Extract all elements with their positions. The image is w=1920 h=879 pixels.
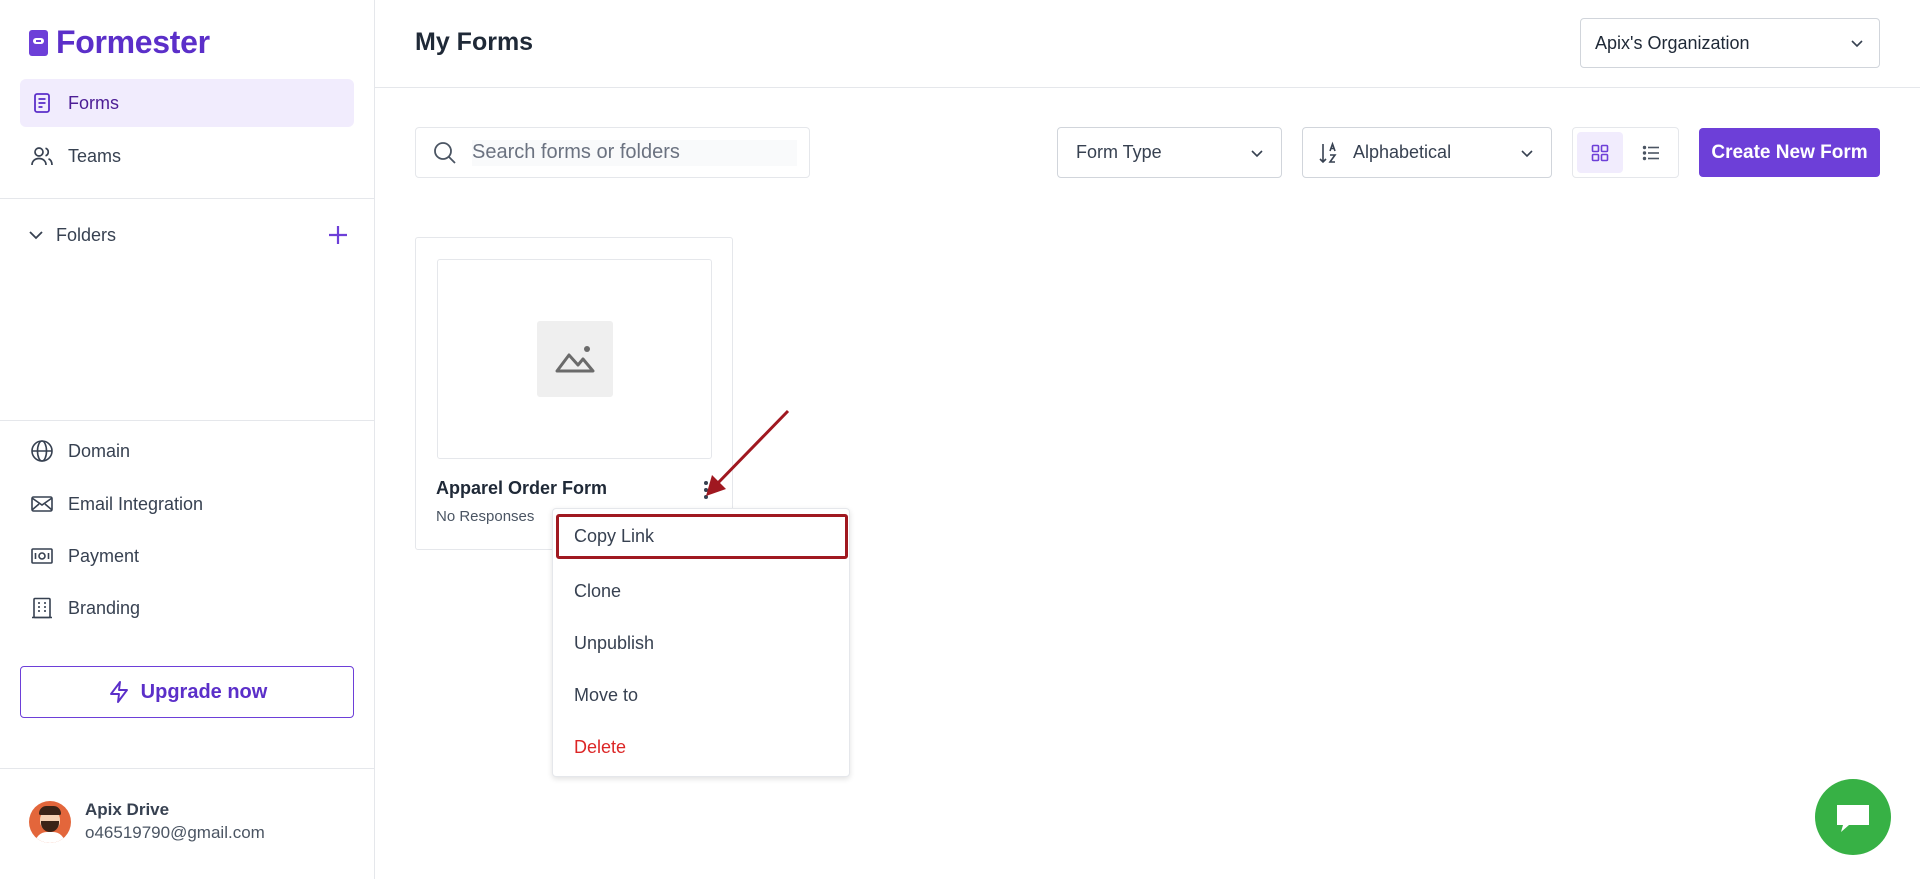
view-toggle xyxy=(1572,127,1679,178)
annotation-arrow-icon xyxy=(706,409,790,496)
menu-item-delete[interactable]: Delete xyxy=(553,721,849,773)
form-type-dropdown[interactable]: Form Type xyxy=(1057,127,1282,178)
sidebar-item-forms[interactable]: Forms xyxy=(20,79,354,127)
context-menu: Copy Link Clone Unpublish Move to Delete xyxy=(552,508,850,777)
form-type-value: Form Type xyxy=(1076,142,1162,162)
menu-item-unpublish[interactable]: Unpublish xyxy=(553,617,849,669)
user-name: Apix Drive xyxy=(85,800,170,819)
search-box[interactable] xyxy=(415,127,810,178)
sort-az-icon xyxy=(1319,141,1337,163)
folders-label: Folders xyxy=(56,224,117,245)
form-card[interactable]: Apparel Order Form No Responses xyxy=(415,237,733,550)
form-thumbnail[interactable] xyxy=(437,259,712,459)
sidebar-item-domain[interactable]: Domain xyxy=(20,427,354,475)
sidebar-divider xyxy=(0,768,375,769)
folders-section[interactable]: Folders xyxy=(26,220,351,250)
upgrade-label: Upgrade now xyxy=(140,680,268,703)
organization-select[interactable]: Apix's Organization xyxy=(1580,18,1880,68)
user-profile[interactable]: Apix Drive o46519790@gmail.com xyxy=(29,800,265,843)
menu-item-copy-link[interactable]: Copy Link xyxy=(556,514,848,559)
grid-icon xyxy=(1591,144,1609,161)
search-input[interactable] xyxy=(472,139,797,166)
mail-icon xyxy=(30,492,54,516)
sidebar-item-label: Teams xyxy=(68,145,122,166)
top-bar: My Forms Apix's Organization xyxy=(375,0,1920,88)
sidebar-item-branding[interactable]: Branding xyxy=(20,584,354,632)
organization-select-value: Apix's Organization xyxy=(1595,32,1750,53)
branding-icon xyxy=(30,596,54,620)
globe-icon xyxy=(30,439,54,463)
payment-icon xyxy=(30,544,54,568)
sidebar-item-teams[interactable]: Teams xyxy=(20,132,354,180)
sidebar: Formester Forms Teams Folders Domain Ema… xyxy=(0,0,375,879)
app-root: Formester Forms Teams Folders Domain Ema… xyxy=(0,0,1920,879)
user-email: o46519790@gmail.com xyxy=(85,823,265,842)
sidebar-item-label: Forms xyxy=(68,92,119,113)
chevron-down-icon xyxy=(1251,150,1263,158)
sidebar-item-label: Domain xyxy=(68,440,131,461)
sidebar-item-payment[interactable]: Payment xyxy=(20,532,354,580)
brand-name: Formester xyxy=(56,24,210,60)
sidebar-item-email-integration[interactable]: Email Integration xyxy=(20,480,354,528)
chevron-down-icon xyxy=(1521,150,1533,158)
page-title: My Forms xyxy=(415,28,534,56)
create-new-form-button[interactable]: Create New Form xyxy=(1699,128,1880,177)
upgrade-button[interactable]: Upgrade now xyxy=(20,666,354,718)
sort-value: Alphabetical xyxy=(1353,142,1452,162)
sort-dropdown[interactable]: Alphabetical xyxy=(1302,127,1552,178)
sidebar-divider xyxy=(0,198,375,199)
sidebar-item-label: Branding xyxy=(68,597,141,618)
sidebar-divider xyxy=(0,420,375,421)
add-folder-icon[interactable] xyxy=(325,222,351,248)
users-icon xyxy=(30,144,54,168)
menu-item-move-to[interactable]: Move to xyxy=(553,669,849,721)
list-icon xyxy=(1643,145,1660,160)
lightning-icon xyxy=(109,681,128,703)
form-title[interactable]: Apparel Order Form xyxy=(436,478,607,499)
grid-view-button[interactable] xyxy=(1577,132,1623,173)
brand-logo[interactable]: Formester xyxy=(29,24,210,61)
form-response-count: No Responses xyxy=(436,508,535,525)
logo-icon xyxy=(29,29,48,56)
avatar xyxy=(29,800,71,843)
image-placeholder-icon xyxy=(536,321,613,397)
sidebar-item-label: Email Integration xyxy=(68,493,204,514)
form-icon xyxy=(30,91,54,115)
chevron-down-icon xyxy=(1851,40,1863,48)
search-icon xyxy=(434,141,456,164)
chat-widget-button[interactable] xyxy=(1815,779,1891,855)
chevron-down-icon[interactable] xyxy=(26,225,46,245)
sidebar-item-label: Payment xyxy=(68,545,140,566)
chat-icon xyxy=(1837,805,1869,832)
list-view-button[interactable] xyxy=(1629,132,1675,173)
menu-item-clone[interactable]: Clone xyxy=(553,565,849,617)
